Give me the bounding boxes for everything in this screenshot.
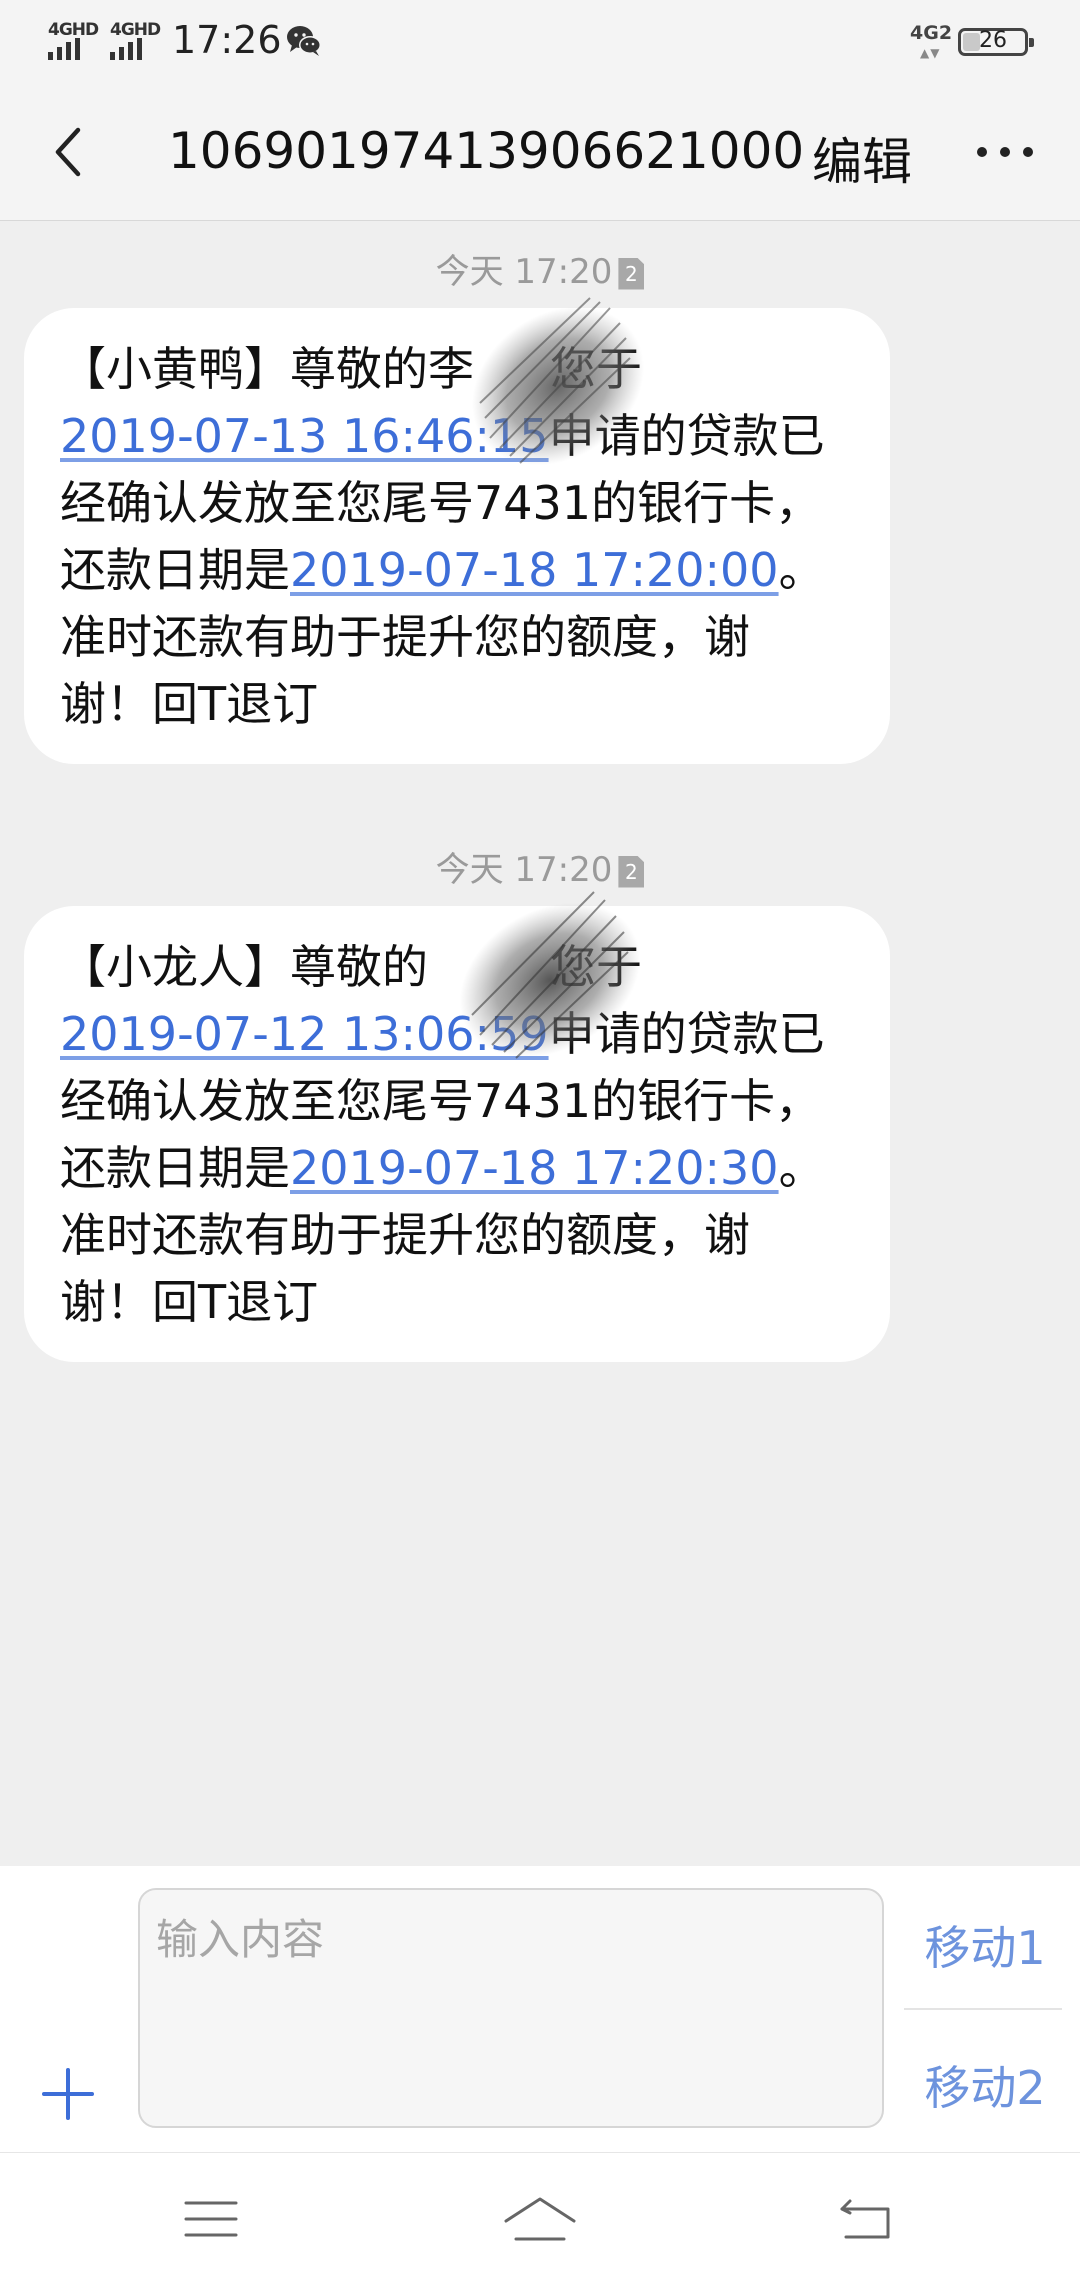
message-text: 准时还款有助于提升您的额度，谢 [60, 610, 750, 664]
timestamp-text: 今天 17:20 [435, 252, 613, 292]
message-timestamp: 今天 17:20 2 [0, 842, 1080, 891]
edit-button[interactable]: 编辑 [812, 122, 912, 194]
message-bubble[interactable]: 【小龙人】尊敬的 您于 2019-07-12 13:06:59申请的贷款已 经确认… [24, 906, 890, 1362]
wechat-icon [286, 24, 322, 62]
add-attachment-button[interactable] [40, 2066, 96, 2122]
date-link[interactable]: 2019-07-13 16:46:15 [60, 409, 549, 463]
sim2-network-label: 4GHD [110, 20, 161, 40]
more-dots-icon [977, 147, 1033, 157]
message-line: 2019-07-12 13:06:59申请的贷款已 [60, 1001, 854, 1068]
menu-icon [184, 2201, 238, 2237]
message-line: 还款日期是2019-07-18 17:20:30。 [60, 1135, 854, 1202]
send-sim2-button[interactable]: 移动2 [910, 2052, 1060, 2118]
home-icon [504, 2197, 576, 2241]
sim1-network-label: 4GHD [48, 20, 99, 40]
battery-icon: 26 [958, 28, 1034, 56]
date-link[interactable]: 2019-07-12 13:06:59 [60, 1007, 549, 1061]
data-activity-icon: ▲▼ [920, 46, 941, 60]
back-button[interactable] [40, 112, 120, 192]
message-text: 申请的贷款已 [548, 409, 825, 463]
conversation-header: 1069019741390662100​0 编辑 [0, 84, 1080, 221]
message-text: 。 [778, 1141, 825, 1195]
message-text: 【小龙人】尊敬的 [60, 940, 428, 994]
message-text: 谢！回T退订 [60, 1275, 319, 1329]
more-button[interactable] [972, 124, 1048, 180]
message-text: 谢！回T退订 [60, 677, 319, 731]
message-text: 申请的贷款已 [548, 1007, 825, 1061]
home-button[interactable] [500, 2195, 580, 2245]
battery-percent: 26 [979, 28, 1007, 53]
timestamp-text: 今天 17:20 [435, 850, 613, 890]
back-nav-button[interactable] [836, 2195, 900, 2245]
message-text: 您于 [550, 940, 642, 994]
date-link[interactable]: 2019-07-18 17:20:30 [290, 1141, 779, 1195]
sim-card-icon: 2 [618, 257, 645, 290]
sim1-signal-bars [48, 38, 80, 60]
message-line: 2019-07-13 16:46:15申请的贷款已 [60, 403, 854, 470]
message-timestamp: 今天 17:20 2 [0, 244, 1080, 293]
message-line: 还款日期是2019-07-18 17:20:00。 [60, 537, 854, 604]
send-sim1-button[interactable]: 移动1 [910, 1912, 1060, 1978]
sim-card-icon: 2 [618, 855, 645, 888]
message-text: 经确认发放至您尾号7431的银行卡， [60, 1074, 822, 1128]
message-text: 【小黄鸭】尊敬的李 [60, 342, 474, 396]
network-type-label: 4G2 [910, 22, 953, 44]
message-text: 。 [778, 543, 825, 597]
sim2-signal-icon: 4GHD [110, 20, 162, 60]
message-text: 还款日期是 [60, 1141, 290, 1195]
message-input[interactable] [138, 1888, 884, 2128]
status-bar: 4GHD 4GHD 17:26 4G2 ▲▼ 26 [0, 0, 1080, 84]
sim2-signal-bars [110, 38, 142, 60]
plus-icon [42, 2068, 94, 2120]
chevron-left-icon [55, 127, 81, 177]
message-bubble[interactable]: 【小黄鸭】尊敬的李 您于 2019-07-13 16:46:15申请的贷款已 经确… [24, 308, 890, 764]
send-divider [904, 2008, 1062, 2010]
system-nav-bar [0, 2152, 1080, 2281]
message-text: 您于 [550, 342, 642, 396]
message-text: 准时还款有助于提升您的额度，谢 [60, 1208, 750, 1262]
message-text: 经确认发放至您尾号7431的银行卡， [60, 476, 822, 530]
message-line: 【小黄鸭】尊敬的李 您于 [60, 336, 854, 403]
date-link[interactable]: 2019-07-18 17:20:00 [290, 543, 779, 597]
compose-bar: 移动1 移动2 [0, 1866, 1080, 2152]
sim1-signal-icon: 4GHD [48, 20, 100, 60]
menu-button[interactable] [180, 2195, 244, 2245]
message-line: 【小龙人】尊敬的 您于 [60, 934, 854, 1001]
back-icon [840, 2199, 890, 2239]
message-text: 还款日期是 [60, 543, 290, 597]
conversation-title: 1069019741390662100​0 [168, 122, 805, 180]
status-time: 17:26 [172, 18, 282, 62]
